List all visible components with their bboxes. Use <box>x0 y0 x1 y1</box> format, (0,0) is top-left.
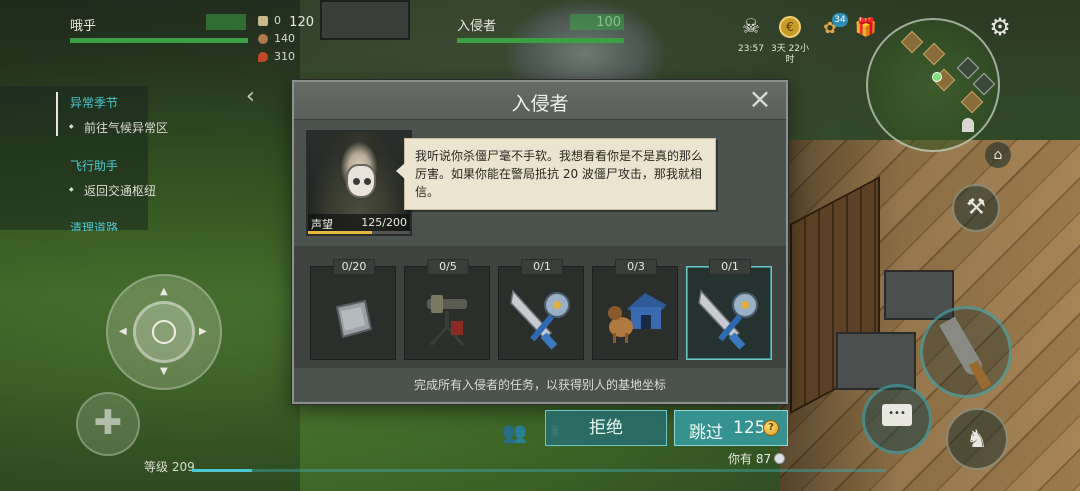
skip-label: 跳过 <box>689 423 723 443</box>
turret-icon <box>427 295 467 346</box>
craft-button[interactable]: ⚒ <box>952 184 1000 232</box>
task-panel: 0/20 0/5 0/1 0/3 0/1 <box>294 246 786 368</box>
machete-saw-icon <box>510 289 570 350</box>
task-count: 0/1 <box>521 259 563 275</box>
coin-balance-text: 你有 87 <box>728 452 772 466</box>
task-hint: 完成所有入侵者的任务，以获得别人的基地坐标 <box>413 378 666 392</box>
quest-subtitle: 返回交通枢纽 <box>69 182 156 199</box>
minimap-tile <box>956 56 980 80</box>
dialog-header: 入侵者 × <box>294 82 786 120</box>
event-icon[interactable]: € <box>779 16 801 38</box>
bullet-icon <box>258 15 268 26</box>
fuel-icon <box>258 51 268 62</box>
speech-bubble: 我听说你杀僵尸毫不手软。我想看看你是不是真的那么厉害。如果你能在警局抵抗 20 … <box>396 138 716 210</box>
coin-icon <box>774 453 786 464</box>
settings-gear-icon[interactable]: ⚙ <box>987 14 1013 40</box>
weapon-attack-button[interactable] <box>920 306 1012 398</box>
heal-plus-button[interactable]: ✚ <box>76 392 140 456</box>
minimap-tile <box>922 42 946 66</box>
minimap-tile <box>960 90 984 114</box>
mask-eye <box>364 178 371 185</box>
arrow-right-icon: ▶ <box>199 326 207 337</box>
joystick-knob[interactable] <box>152 320 176 344</box>
level-label: 等级 209 <box>144 460 195 474</box>
machete-saw-icon <box>698 289 758 350</box>
shipping-container <box>320 0 410 40</box>
xp-bar-fill <box>192 469 252 472</box>
dialog-title: 入侵者 <box>511 93 569 115</box>
metal-plate-icon <box>335 299 373 339</box>
quest-title[interactable]: 异常季节 <box>70 94 118 111</box>
skull-icon[interactable]: ☠ <box>739 14 763 38</box>
food-icon <box>258 33 268 44</box>
coin-balance: 你有 87 <box>728 450 786 467</box>
skip-cost: 125 <box>733 418 766 438</box>
close-icon[interactable]: × <box>746 85 774 114</box>
xp-bar <box>192 469 886 472</box>
crouch-button[interactable]: ♞ <box>946 408 1008 470</box>
task-count: 0/1 <box>709 259 751 275</box>
task-count: 0/3 <box>615 259 657 275</box>
player-hp-cap <box>206 14 246 30</box>
enemy-hp-cap <box>570 14 624 30</box>
gift-icon[interactable]: 🎁 <box>854 16 878 40</box>
invader-portrait: 声望 125/200 <box>306 130 412 236</box>
home-icon[interactable]: ⌂ <box>985 142 1011 168</box>
resource-bullets: 0 <box>258 14 281 27</box>
grave-icon <box>962 118 974 132</box>
invader-dialog: 入侵者 × 声望 125/200 我听说你杀僵尸毫不手软。我想看看你是不是真的那… <box>292 80 788 404</box>
task-slot[interactable]: 0/5 <box>404 259 490 360</box>
notification-badge: 34 <box>832 13 848 27</box>
dog-kennel-icon <box>608 293 667 343</box>
resource-food: 140 <box>258 32 295 45</box>
arrow-up-icon: ▲ <box>160 286 168 297</box>
minimap-tile <box>900 30 924 54</box>
task-slot[interactable]: 0/1 <box>498 259 584 360</box>
arrow-down-icon: ▼ <box>160 366 168 377</box>
task-slot[interactable]: 0/3 <box>592 259 678 360</box>
quest-title[interactable]: 飞行助手 <box>70 157 118 174</box>
resource-fuel: 310 <box>258 50 295 63</box>
friends-icon[interactable]: 👥 <box>502 420 527 444</box>
reputation-value: 125/200 <box>361 216 407 229</box>
task-slot[interactable]: 0/1 <box>686 259 772 360</box>
task-count: 0/5 <box>427 259 469 275</box>
skip-button[interactable]: 跳过 125 ? <box>674 410 788 446</box>
chat-icon: ••• <box>882 404 912 426</box>
skull-timer: 23:57 <box>738 44 764 54</box>
reputation-row: 声望 125/200 <box>308 214 410 234</box>
player-name: 哦乎 <box>70 19 97 34</box>
minimap[interactable] <box>866 18 1000 152</box>
enemy-name: 入侵者 <box>457 19 497 34</box>
player-marker-icon <box>932 72 942 82</box>
reputation-label: 声望 <box>311 218 333 231</box>
arrow-left-icon: ◀ <box>119 326 127 337</box>
task-count: 0/20 <box>333 259 375 275</box>
minimap-tile <box>972 72 996 96</box>
collapse-arrow-icon[interactable]: ‹ <box>246 84 255 109</box>
quest-active-line <box>56 92 58 136</box>
refuse-button[interactable]: 拒绝 <box>545 410 667 446</box>
mask-eye <box>353 178 360 185</box>
quest-title[interactable]: 清理道路 <box>70 219 118 231</box>
gold-coin-icon: ? <box>763 420 779 436</box>
crate[interactable] <box>836 332 916 390</box>
reputation-bar-fill <box>308 231 372 234</box>
skull-mask-icon <box>346 164 376 198</box>
event-timer: 3天 22小时 <box>770 44 810 65</box>
enemy-hp-bar <box>457 38 624 43</box>
player-hp-bar <box>70 38 248 43</box>
world-shadow <box>0 0 300 491</box>
quest-subtitle: 前往气候异常区 <box>69 119 168 136</box>
task-slot[interactable]: 0/20 <box>310 259 396 360</box>
machete-handle <box>968 360 992 390</box>
